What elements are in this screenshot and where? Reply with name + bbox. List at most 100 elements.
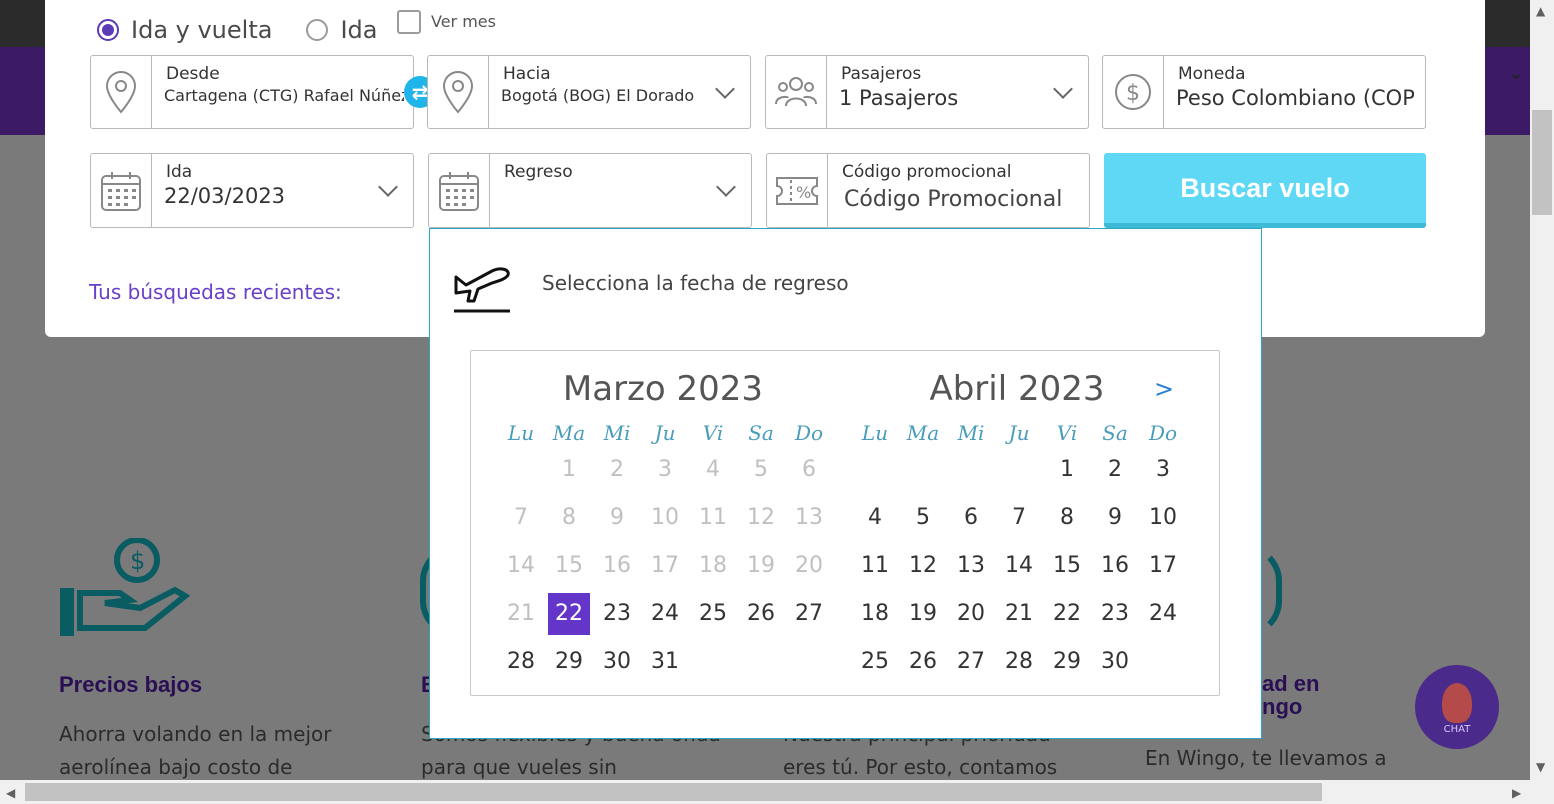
calendar-day[interactable]: 27 [788, 593, 830, 635]
see-month-checkbox[interactable] [397, 10, 421, 34]
calendar-day[interactable]: 19 [902, 593, 944, 635]
feature-title-4: ad en ngo [1262, 672, 1319, 718]
calendar-day[interactable]: 5 [902, 497, 944, 539]
scroll-up-arrow-icon[interactable]: ▲ [1536, 4, 1545, 18]
passengers-field[interactable]: Pasajeros 1 Pasajeros [765, 55, 1089, 129]
from-field[interactable]: Desde Cartagena (CTG) Rafael Núñez [90, 55, 414, 129]
calendar-day[interactable]: 21 [998, 593, 1040, 635]
calendar-day[interactable]: 26 [740, 593, 782, 635]
calendar-day[interactable]: 18 [854, 593, 896, 635]
chat-button[interactable]: CHAT [1415, 665, 1499, 749]
trip-type-group: Ida y vuelta Ida [97, 10, 411, 50]
calendar-day[interactable]: 31 [644, 641, 686, 683]
search-flight-button[interactable]: Buscar vuelo [1104, 153, 1426, 228]
weekday-label: Mi [603, 421, 631, 445]
calendar-day[interactable]: 8 [1046, 497, 1088, 539]
weekday-label: Sa [1102, 421, 1128, 445]
calendar-day[interactable]: 4 [854, 497, 896, 539]
calendar-day[interactable]: 24 [1142, 593, 1184, 635]
calendar-day[interactable]: 16 [1094, 545, 1136, 587]
promo-code-field[interactable]: % Código promocional Código Promocional [766, 153, 1090, 228]
calendar-day: 1 [562, 457, 576, 482]
chat-avatar-icon [1442, 683, 1472, 723]
one-way-label[interactable]: Ida [340, 16, 377, 44]
currency-field[interactable]: $ Moneda Peso Colombiano (COP) [1102, 55, 1426, 129]
calendar-day[interactable]: 29 [548, 641, 590, 683]
calendar-day[interactable]: 13 [950, 545, 992, 587]
calendar-day[interactable]: 3 [1142, 449, 1184, 491]
calendar: Marzo 2023 Abril 2023 > Lu Ma Mi Ju Vi Sa Do 1 2… [470, 350, 1220, 696]
return-date-popup: Selecciona la fecha de regreso Marzo 202… [429, 228, 1262, 739]
calendar-day[interactable]: 20 [950, 593, 992, 635]
weekday-label: Vi [1056, 421, 1078, 445]
calendar-day[interactable]: 2 [1094, 449, 1136, 491]
round-trip-label[interactable]: Ida y vuelta [131, 16, 272, 44]
weekday-label: Do [794, 421, 824, 445]
promo-label: Código promocional [842, 162, 1012, 182]
calendar-day: 13 [795, 505, 823, 530]
calendar-day[interactable]: 25 [854, 641, 896, 683]
calendar-day[interactable]: 22 [1046, 593, 1088, 635]
calendar-day[interactable]: 23 [596, 593, 638, 635]
calendar-day[interactable]: 15 [1046, 545, 1088, 587]
calendar-day: 16 [603, 553, 631, 578]
scroll-down-arrow-icon[interactable]: ▼ [1536, 760, 1545, 774]
calendar-day[interactable]: 24 [644, 593, 686, 635]
calendar-day: 17 [651, 553, 679, 578]
calendar-day[interactable]: 9 [1094, 497, 1136, 539]
calendar-day[interactable]: 7 [998, 497, 1040, 539]
vertical-scroll-thumb[interactable] [1532, 110, 1552, 215]
currency-value: Peso Colombiano (COP) [1176, 86, 1414, 110]
calendar-day: 7 [514, 505, 528, 530]
calendar-day[interactable]: 30 [596, 641, 638, 683]
scroll-right-arrow-icon[interactable]: ▶ [1512, 786, 1521, 800]
promo-input[interactable]: Código Promocional [844, 187, 1062, 212]
chevron-down-icon[interactable] [1053, 79, 1073, 99]
round-trip-radio[interactable] [97, 19, 119, 41]
location-pin-icon [91, 56, 152, 128]
selected-day[interactable]: 22 [548, 593, 590, 635]
chevron-down-icon[interactable] [715, 79, 735, 99]
calendar-day[interactable]: 11 [854, 545, 896, 587]
weekday-label: Ma [552, 421, 586, 445]
to-field[interactable]: Hacia Bogotá (BOG) El Dorado [427, 55, 751, 129]
calendar-day[interactable]: 17 [1142, 545, 1184, 587]
calendar-day[interactable]: 23 [1094, 593, 1136, 635]
calendar-day[interactable]: 12 [902, 545, 944, 587]
calendar-day[interactable]: 6 [950, 497, 992, 539]
calendar-day[interactable]: 25 [692, 593, 734, 635]
calendar-day[interactable]: 10 [1142, 497, 1184, 539]
weekday-label: Vi [702, 421, 724, 445]
chevron-down-icon[interactable] [378, 177, 398, 197]
calendar-day[interactable]: 27 [950, 641, 992, 683]
calendar-day[interactable]: 1 [1046, 449, 1088, 491]
currency-label: Moneda [1178, 64, 1246, 84]
horizontal-scroll-thumb[interactable] [25, 783, 1322, 801]
calendar-day[interactable]: 29 [1046, 641, 1088, 683]
feature-title-line: ngo [1262, 694, 1303, 719]
calendar-day[interactable]: 30 [1094, 641, 1136, 683]
next-month-button[interactable]: > [1154, 375, 1174, 403]
passengers-label: Pasajeros [841, 64, 922, 84]
one-way-radio[interactable] [306, 19, 329, 41]
calendar-day: 9 [610, 505, 624, 530]
weekday-label: Lu [861, 421, 889, 445]
departure-date-field[interactable]: Ida 22/03/2023 [90, 153, 414, 228]
calendar-day: 3 [658, 457, 672, 482]
passengers-value: 1 Pasajeros [839, 86, 959, 110]
calendar-day[interactable]: 28 [500, 641, 542, 683]
see-month-label[interactable]: Ver mes [431, 12, 496, 31]
to-value: Bogotá (BOG) El Dorado [501, 86, 695, 105]
calendar-day[interactable]: 28 [998, 641, 1040, 683]
calendar-day: 5 [754, 457, 768, 482]
weekday-label: Ma [906, 421, 940, 445]
return-date-field[interactable]: Regreso [428, 153, 752, 228]
from-value: Cartagena (CTG) Rafael Núñez [164, 86, 404, 105]
popup-title: Selecciona la fecha de regreso [542, 271, 849, 295]
chevron-down-icon[interactable] [716, 177, 736, 197]
calendar-day[interactable]: 14 [998, 545, 1040, 587]
scroll-left-arrow-icon[interactable]: ◀ [6, 786, 15, 800]
calendar-day[interactable]: 26 [902, 641, 944, 683]
money-hand-icon: $ [60, 538, 190, 636]
feature-title-line: ad en [1262, 671, 1320, 696]
